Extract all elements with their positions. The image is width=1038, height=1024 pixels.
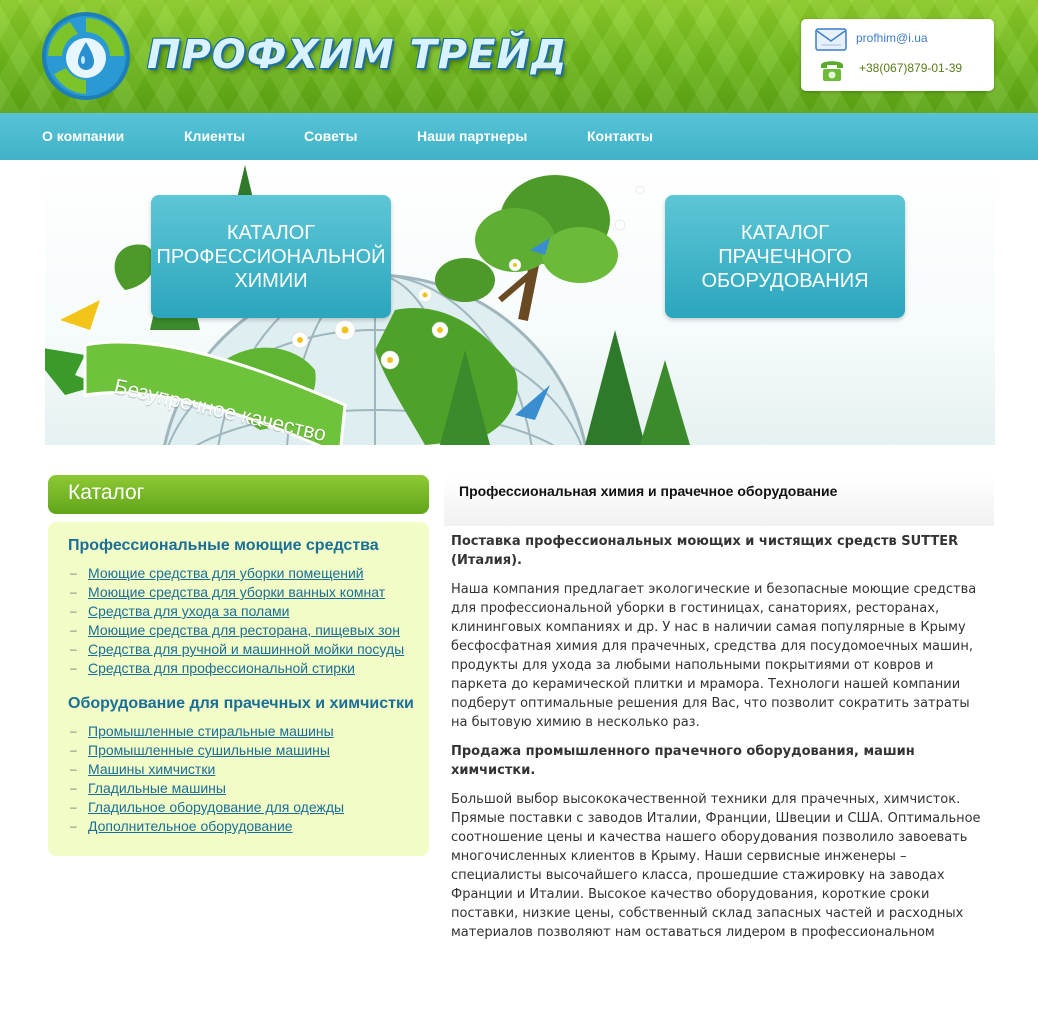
equipment-list: – Промышленные стиральные машины – Промышл… xyxy=(70,722,344,836)
catalog-link[interactable]: Средства для профессиональной стирки xyxy=(88,660,355,676)
paragraph-equipment-heading: Продажа промышленного прачечного оборудо… xyxy=(451,744,915,778)
catalog-laundry-line-3: ОБОРУДОВАНИЯ xyxy=(701,269,869,292)
list-item: – Моющие средства для уборки помещений xyxy=(70,564,404,583)
contact-email-link[interactable]: profhim@i.ua xyxy=(856,31,928,45)
dash-bullet: – xyxy=(70,566,77,580)
catalog-link[interactable]: Промышленные стиральные машины xyxy=(88,723,334,739)
list-item: – Промышленные сушильные машины xyxy=(70,741,344,760)
list-item: – Моющие средства для ресторана, пищевых … xyxy=(70,621,404,640)
dash-bullet: – xyxy=(70,800,77,814)
dash-bullet: – xyxy=(70,642,77,656)
section-title-detergents: Профессиональные моющие средства xyxy=(68,537,379,554)
catalog-chemistry-line-1: КАТАЛОГ xyxy=(226,221,316,244)
catalog-link[interactable]: Промышленные сушильные машины xyxy=(88,742,330,758)
detergents-list: – Моющие средства для уборки помещений – М… xyxy=(70,564,404,678)
list-item: – Средства для профессиональной стирки xyxy=(70,659,404,678)
envelope-icon xyxy=(815,28,847,51)
nav-item-tips[interactable]: Советы xyxy=(304,113,358,160)
catalog-link[interactable]: Дополнительное оборудование xyxy=(88,818,293,834)
contact-box: profhim@i.ua +38(067)879-01-39 xyxy=(801,19,994,91)
catalog-link[interactable]: Машины химчистки xyxy=(88,761,215,777)
catalog-chemistry-button[interactable]: КАТАЛОГ ПРОФЕССИОНАЛЬНОЙ ХИМИИ xyxy=(151,195,391,318)
dash-bullet: – xyxy=(70,743,77,757)
list-item: – Машины химчистки xyxy=(70,760,344,779)
contact-phone[interactable]: +38(067)879-01-39 xyxy=(859,61,962,75)
phone-icon xyxy=(821,61,843,81)
dash-bullet: – xyxy=(70,762,77,776)
main-nav: О компании Клиенты Советы Наши партнеры … xyxy=(0,113,1038,160)
dash-bullet: – xyxy=(70,585,77,599)
section-title-equipment: Оборудование для прачечных и химчистки xyxy=(68,695,414,712)
list-item: – Средства для ухода за полами xyxy=(70,602,404,621)
logo-text[interactable]: ПРОФХИМ ТРЕЙД xyxy=(147,32,568,78)
nav-item-partners[interactable]: Наши партнеры xyxy=(417,113,527,160)
site-header: ПРОФХИМ ТРЕЙД profhim@i.ua +38(067)879-0… xyxy=(0,0,1038,113)
catalog-sidebar-title: Каталог xyxy=(68,481,145,504)
logo-emblem-icon[interactable] xyxy=(40,10,132,102)
catalog-link[interactable]: Моющие средства для уборки помещений xyxy=(88,565,364,581)
article-body: Поставка профессиональных моющих и чистя… xyxy=(451,532,986,952)
catalog-link[interactable]: Гладильное оборудование для одежды xyxy=(88,799,344,815)
dash-bullet: – xyxy=(70,781,77,795)
list-item: – Дополнительное оборудование xyxy=(70,817,344,836)
paragraph-supply-heading: Поставка профессиональных моющих и чистя… xyxy=(451,534,959,568)
dash-bullet: – xyxy=(70,661,77,675)
dash-bullet: – xyxy=(70,819,77,833)
catalog-link[interactable]: Средства для ручной и машинной мойки пос… xyxy=(88,641,404,657)
nav-item-about[interactable]: О компании xyxy=(42,113,124,160)
catalog-chemistry-line-3: ХИМИИ xyxy=(234,269,308,292)
catalog-link[interactable]: Средства для ухода за полами xyxy=(88,603,289,619)
list-item: – Моющие средства для уборки ванных комна… xyxy=(70,583,404,602)
dash-bullet: – xyxy=(70,623,77,637)
article-header: Профессиональная химия и прачечное обору… xyxy=(444,476,994,526)
dash-bullet: – xyxy=(70,724,77,738)
article-title: Профессиональная химия и прачечное обору… xyxy=(459,483,838,499)
catalog-chemistry-line-2: ПРОФЕССИОНАЛЬНОЙ xyxy=(156,245,386,268)
catalog-laundry-line-2: ПРАЧЕЧНОГО xyxy=(718,245,852,268)
catalog-link[interactable]: Моющие средства для уборки ванных комнат xyxy=(88,584,385,600)
list-item: – Гладильные машины xyxy=(70,779,344,798)
nav-item-clients[interactable]: Клиенты xyxy=(184,113,245,160)
catalog-link[interactable]: Гладильные машины xyxy=(88,780,226,796)
paragraph-supply: Наша компания предлагает экологические и… xyxy=(451,582,977,730)
list-item: – Средства для ручной и машинной мойки по… xyxy=(70,640,404,659)
catalog-sidebar: Профессиональные моющие средства – Моющие… xyxy=(48,522,429,856)
catalog-sidebar-header: Каталог xyxy=(48,475,429,514)
nav-item-contacts[interactable]: Контакты xyxy=(587,113,653,160)
dash-bullet: – xyxy=(70,604,77,618)
catalog-link[interactable]: Моющие средства для ресторана, пищевых з… xyxy=(88,622,400,638)
paragraph-equipment: Большой выбор высококачественной техники… xyxy=(451,792,981,940)
list-item: – Промышленные стиральные машины xyxy=(70,722,344,741)
catalog-laundry-button[interactable]: КАТАЛОГ ПРАЧЕЧНОГО ОБОРУДОВАНИЯ xyxy=(665,195,905,318)
catalog-laundry-line-1: КАТАЛОГ xyxy=(740,221,830,244)
hero-banner: КАТАЛОГ ПРОФЕССИОНАЛЬНОЙ ХИМИИ КАТАЛОГ П… xyxy=(45,160,995,445)
list-item: – Гладильное оборудование для одежды xyxy=(70,798,344,817)
